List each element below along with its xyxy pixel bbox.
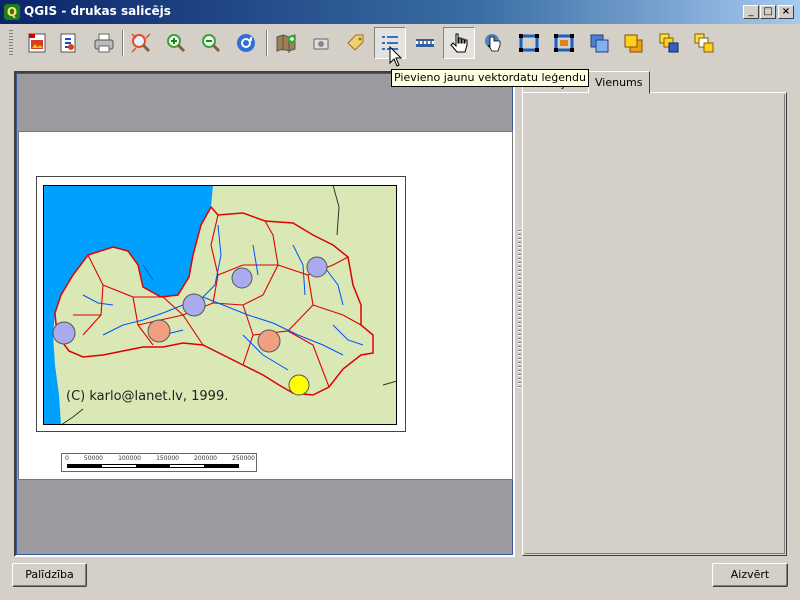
title-bar[interactable]: Q QGIS - drukas salicējs _ □ × [0,0,800,24]
toolbar-grip[interactable] [9,30,13,56]
zoom-in-icon[interactable] [160,27,192,59]
raise-icon[interactable] [584,27,616,59]
close-window-button[interactable]: × [778,5,794,19]
lower-icon[interactable] [618,27,650,59]
legend-tooltip: Pievieno jaunu vektordatu leģendu [391,69,589,87]
toolbar-separator [266,30,268,56]
tab-item[interactable]: Vienums [588,71,650,94]
copyright-label: (C) karlo@lanet.lv, 1999. [66,389,229,404]
print-icon[interactable] [88,27,120,59]
map-item[interactable]: (C) karlo@lanet.lv, 1999. [36,176,406,432]
select-move-icon[interactable] [443,27,475,59]
scalebar-labels: 0 50000 100000 150000 200000 250000 [65,455,255,462]
mouse-cursor-icon [389,46,403,67]
move-top-icon[interactable] [653,27,685,59]
export-svg-icon[interactable] [52,27,84,59]
zoom-full-icon[interactable] [125,27,157,59]
add-scalebar-icon[interactable] [409,27,441,59]
toolbar-separator [122,30,124,56]
qgis-logo-icon: Q [4,4,20,20]
help-button[interactable]: Palīdzība [12,563,87,587]
add-image-icon[interactable] [21,27,53,59]
scalebar-bar [67,464,239,468]
add-map-icon[interactable] [270,27,302,59]
close-button[interactable]: Aizvērt [712,563,788,587]
maximize-button[interactable]: □ [760,5,776,19]
group-icon[interactable] [513,27,545,59]
add-image-item-icon[interactable] [305,27,337,59]
panel-splitter[interactable] [518,230,521,390]
composer-canvas[interactable]: (C) karlo@lanet.lv, 1999. 0 50000 100000… [14,71,515,557]
move-content-icon[interactable] [478,27,510,59]
composition-paper[interactable]: (C) karlo@lanet.lv, 1999. 0 50000 100000… [18,131,513,480]
add-label-icon[interactable] [340,27,372,59]
item-properties-panel [522,92,787,556]
minimize-button[interactable]: _ [743,5,759,19]
refresh-icon[interactable] [230,27,262,59]
scalebar-item[interactable]: 0 50000 100000 150000 200000 250000 [61,453,257,472]
window-title: QGIS - drukas salicējs [24,4,171,18]
zoom-out-icon[interactable] [195,27,227,59]
ungroup-icon[interactable] [548,27,580,59]
move-bottom-icon[interactable] [688,27,720,59]
